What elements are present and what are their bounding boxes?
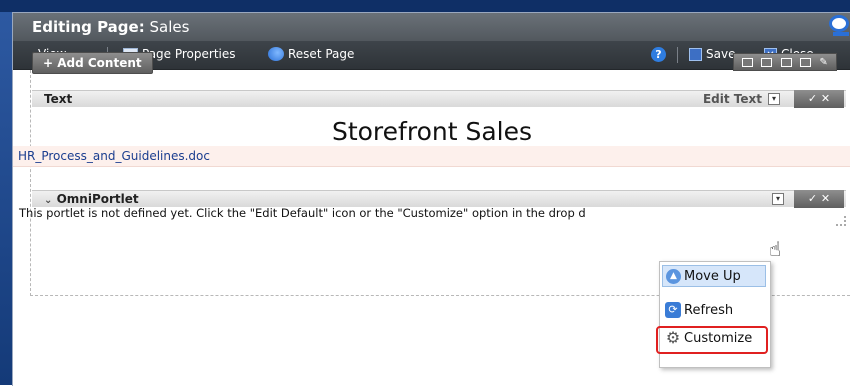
add-content-button[interactable]: + Add Content (32, 52, 153, 74)
resize-grip-icon[interactable] (836, 216, 846, 226)
document-link[interactable]: HR_Process_and_Guidelines.doc (18, 149, 210, 163)
layout-icon[interactable] (780, 57, 792, 67)
collapse-chevron-icon[interactable]: ⌄ (44, 195, 52, 206)
toolbar-separator-right (677, 47, 678, 63)
refresh-icon: ⟳ (665, 302, 681, 318)
move-up-label: Move Up (684, 268, 741, 284)
help-button[interactable]: ? (651, 47, 666, 62)
edit-text-link[interactable]: Edit Text (703, 91, 762, 107)
portlet-menu-icon[interactable]: ▾ (772, 193, 784, 205)
customize-highlight (656, 326, 768, 354)
page-properties-label: Page Properties (142, 47, 236, 61)
chevron-down-icon[interactable]: ▾ (768, 93, 780, 105)
omniportlet-title-text: OmniPortlet (56, 192, 139, 206)
hand-cursor-icon: ☝ (769, 237, 782, 261)
save-label: Save (706, 47, 736, 61)
layout-icon[interactable] (761, 57, 773, 67)
layout-controls: ✎ (733, 53, 837, 71)
page-title: Editing Page: Sales (32, 18, 189, 36)
editing-page-window: Editing Page: Sales View Page Properties… (12, 12, 850, 386)
document-row: HR_Process_and_Guidelines.doc (13, 146, 850, 167)
reset-page-icon (268, 47, 284, 61)
title-row: Editing Page: Sales (13, 13, 850, 42)
portlet-context-menu: ▲ Move Up ⟳ Refresh ⚙ Customize (656, 261, 771, 368)
edit-layout-icon[interactable]: ✎ (819, 57, 827, 68)
text-portlet-title: Text (44, 92, 73, 106)
desktop-top-edge (0, 0, 850, 12)
menu-item-move-up[interactable]: ▲ Move Up (662, 265, 766, 287)
omniportlet-header: ⌄ OmniPortlet ▾ ✓ ✕ (32, 190, 846, 208)
title-bar: Editing Page: Sales View Page Properties… (13, 13, 850, 70)
save-icon (689, 47, 702, 61)
reset-page-button[interactable]: Reset Page (268, 47, 354, 61)
text-portlet-header: Text Edit Text ▾ ✓ ✕ (32, 90, 846, 108)
omniportlet-message: This portlet is not defined yet. Click t… (19, 206, 586, 220)
move-up-icon: ▲ (666, 268, 681, 284)
omniportlet-actions[interactable]: ✓ ✕ (794, 190, 844, 208)
title-page-name: Sales (149, 18, 190, 36)
refresh-label: Refresh (684, 302, 734, 318)
oracle-logo-icon (829, 15, 849, 36)
layout-icon[interactable] (742, 57, 754, 67)
menu-item-refresh[interactable]: ⟳ Refresh (662, 299, 766, 321)
layout-icon[interactable] (800, 57, 812, 67)
storefront-heading: Storefront Sales (331, 117, 533, 146)
help-icon: ? (651, 47, 666, 62)
desktop-left-edge (0, 0, 12, 385)
title-prefix: Editing Page: (32, 18, 145, 36)
save-button[interactable]: Save (689, 47, 735, 61)
text-portlet-actions[interactable]: ✓ ✕ (794, 90, 844, 108)
reset-page-label: Reset Page (288, 47, 355, 61)
